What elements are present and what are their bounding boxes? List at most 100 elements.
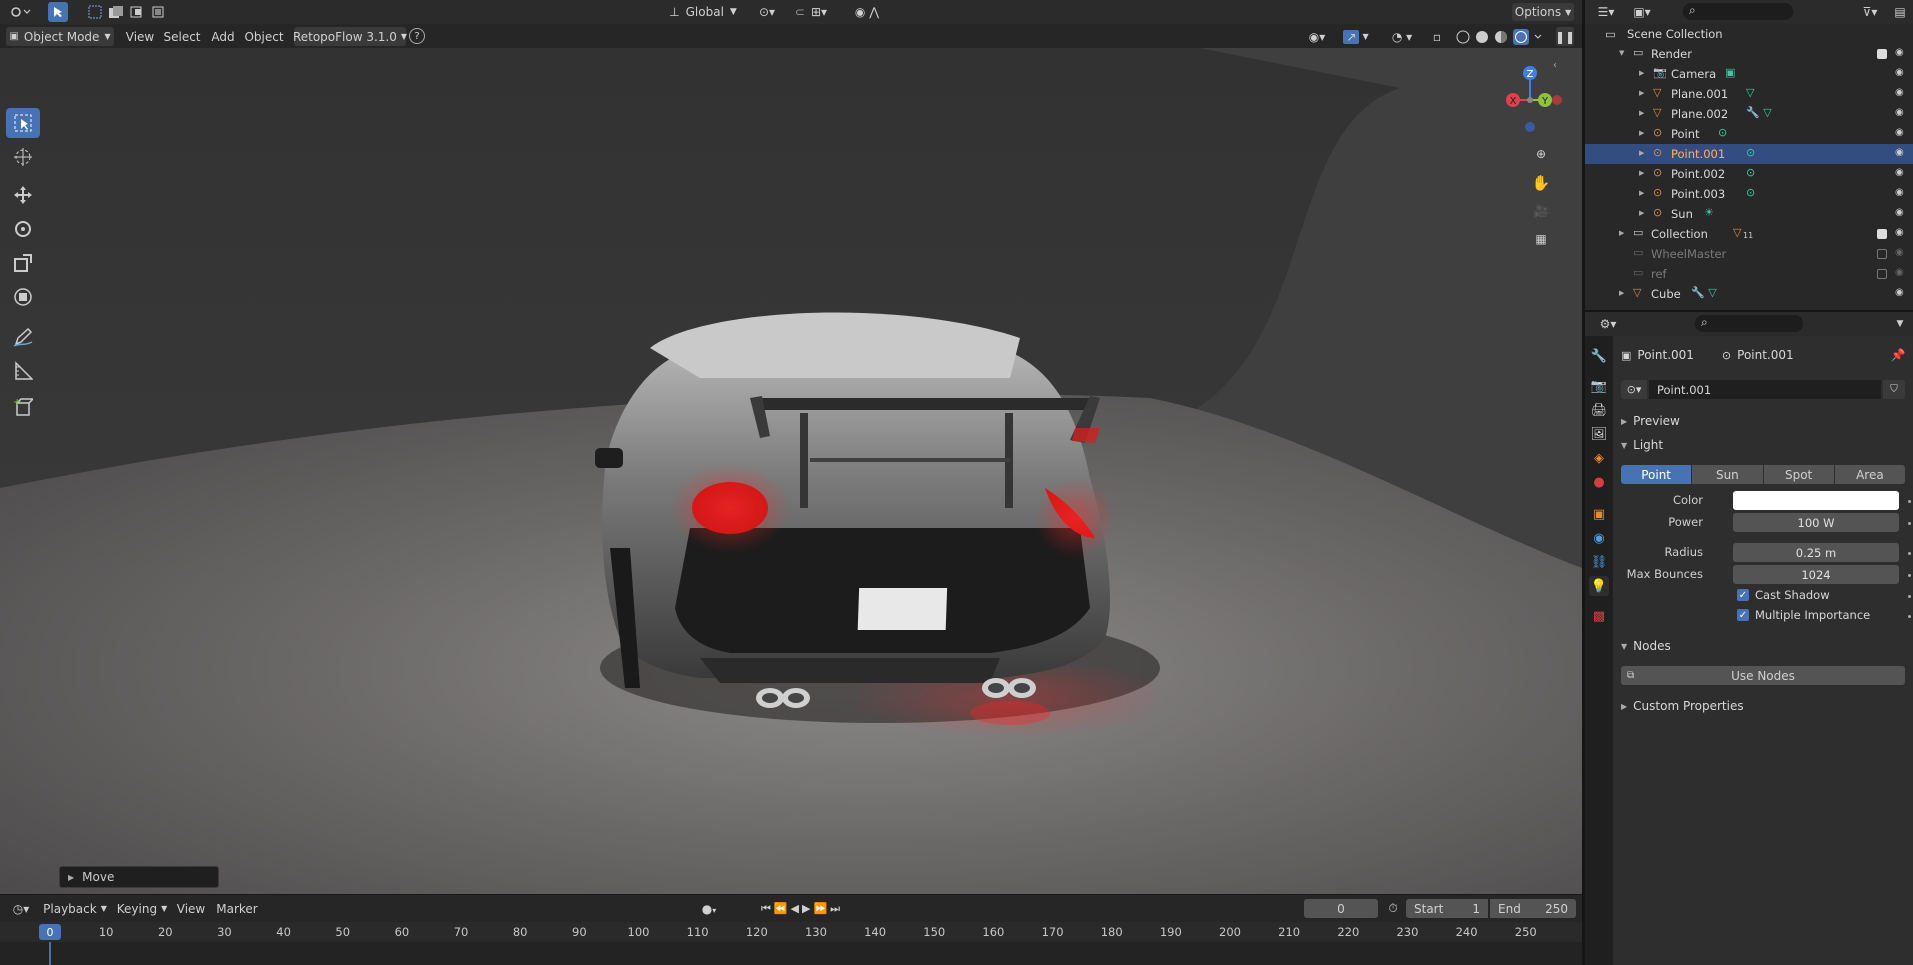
3d-viewport[interactable]: X Y Z ‹ ⊕ ✋ 🎥 ▦ + ▶ Move (0, 48, 1582, 894)
light-browse-dropdown[interactable]: ⊙▾ (1621, 380, 1647, 399)
outliner-row-point[interactable]: ▶ ⊙ Point ⊙ ◉ (1585, 124, 1913, 144)
keyframe-dot[interactable] (1908, 615, 1911, 618)
light-data-icon[interactable]: ⊙ (1718, 126, 1727, 139)
menu-view[interactable]: View (124, 27, 156, 46)
color-swatch[interactable] (1733, 491, 1899, 510)
properties-editor-type[interactable]: ⚙▾ (1593, 315, 1623, 333)
measure-tool[interactable] (6, 356, 40, 386)
chevron-right-icon[interactable]: ▶ (1639, 129, 1644, 137)
keyframe-dot[interactable] (1908, 500, 1911, 503)
ortho-grid-icon[interactable]: ▦ (1530, 228, 1552, 250)
pin-icon[interactable]: 📌 (1889, 346, 1907, 364)
menu-add[interactable]: Add (208, 27, 238, 46)
light-data-icon[interactable]: ☀ (1704, 206, 1714, 219)
world-tab-icon[interactable]: ● (1589, 472, 1609, 492)
editor-type-menu[interactable] (6, 3, 34, 21)
keyframe-dot[interactable] (1908, 552, 1911, 555)
eye-icon[interactable]: ◉ (1895, 107, 1904, 118)
area-divider[interactable] (1585, 310, 1913, 312)
shading-mode-group[interactable] (1452, 27, 1544, 46)
outliner-editor-type[interactable]: ☰▾ (1591, 3, 1621, 21)
light-data-icon[interactable]: ⊙ (1746, 186, 1755, 199)
stopwatch-icon[interactable]: ⏱ (1384, 899, 1402, 918)
cursor-tool[interactable] (6, 142, 40, 172)
eye-icon[interactable]: ◉ (1895, 247, 1904, 258)
move-tool[interactable] (6, 180, 40, 210)
zoom-icon[interactable]: ⊕ (1530, 143, 1552, 165)
select-tool-button[interactable] (48, 2, 68, 22)
snap-dropdown[interactable]: ⊂ ⊞▾ (786, 3, 836, 21)
menu-select[interactable]: Select (162, 27, 202, 46)
outliner-row-camera[interactable]: ▶ 📷 Camera ▣ ◉ (1585, 64, 1913, 84)
power-field[interactable]: 100 W (1733, 513, 1899, 532)
overlays-toggle[interactable]: ◔ ▾ (1382, 27, 1422, 46)
outliner-row-plane-002[interactable]: ▶ ▽ Plane.002 🔧 ▽ ◉ (1585, 104, 1913, 124)
gizmo-toggle[interactable]: ↗ ▼ (1338, 27, 1374, 46)
keyframe-dot[interactable] (1908, 522, 1911, 525)
chevron-down-icon[interactable]: ▼ (1619, 49, 1624, 57)
exclude-checkbox[interactable] (1877, 269, 1887, 279)
start-frame-field[interactable]: Start 1 (1406, 899, 1488, 918)
marker-menu[interactable]: Marker (212, 899, 262, 918)
output-tab-icon[interactable]: 🖨 (1589, 400, 1609, 420)
chevron-right-icon[interactable]: ▶ (1639, 169, 1644, 177)
eye-icon[interactable]: ◉ (1895, 167, 1904, 178)
current-frame-field[interactable]: 0 (1304, 899, 1378, 918)
light-section-header[interactable]: ▼ Light (1613, 434, 1913, 456)
chevron-right-icon[interactable]: ▶ (1639, 109, 1644, 117)
chevron-right-icon[interactable]: ▶ (1639, 149, 1644, 157)
chevron-right-icon[interactable]: ▶ (1619, 229, 1624, 237)
max-bounces-field[interactable]: 1024 (1733, 565, 1899, 584)
camera-view-icon[interactable]: 🎥 (1530, 200, 1552, 222)
light-type-spot[interactable]: Spot (1763, 465, 1834, 484)
visibility-dropdown[interactable]: ◉▾ (1302, 27, 1332, 46)
proportional-editing[interactable]: ◉ ⋀ (844, 3, 890, 21)
sidebar-toggle[interactable]: ‹ (1548, 58, 1562, 72)
view-layer-tab-icon[interactable]: 🖼 (1589, 424, 1609, 444)
rotate-tool[interactable] (6, 214, 40, 244)
outliner-row-point-002[interactable]: ▶ ⊙ Point.002 ⊙ ◉ (1585, 164, 1913, 184)
select-box-tool[interactable] (6, 108, 40, 138)
fake-user-shield-icon[interactable]: ⛉ (1883, 380, 1905, 399)
add-cube-tool[interactable]: + (6, 392, 40, 422)
outliner-row-cube[interactable]: ▶ ▽ Cube 🔧 ▽ ◉ (1585, 284, 1913, 304)
object-tab-icon[interactable]: ▣ (1589, 504, 1609, 524)
timeline-view-menu[interactable]: View (176, 899, 206, 918)
keyframe-dot[interactable] (1908, 595, 1911, 598)
preview-section-header[interactable]: ▶ Preview (1613, 410, 1913, 432)
annotate-tool[interactable] (6, 322, 40, 352)
outliner-scene-collection[interactable]: ▭ Scene Collection (1585, 24, 1913, 44)
mesh-data-icon[interactable]: ▽ (1746, 86, 1754, 99)
help-icon[interactable]: ? (409, 28, 425, 44)
outliner-row-wheelmaster[interactable]: ▭ WheelMaster ◉ (1585, 244, 1913, 264)
texture-tab-icon[interactable]: ▩ (1589, 606, 1609, 626)
eye-icon[interactable]: ◉ (1895, 267, 1904, 278)
use-nodes-button[interactable]: ⧉ Use Nodes (1621, 666, 1905, 685)
eye-icon[interactable]: ◉ (1895, 287, 1904, 298)
outliner-row-point-003[interactable]: ▶ ⊙ Point.003 ⊙ ◉ (1585, 184, 1913, 204)
chevron-right-icon[interactable]: ▶ (1619, 289, 1624, 297)
outliner-row-point-001[interactable]: ▶ ⊙ Point.001 ⊙ ◉ (1585, 144, 1913, 164)
display-mode-dropdown[interactable]: ▣▾ (1627, 3, 1657, 21)
last-operator-panel[interactable]: ▶ Move (59, 866, 219, 888)
playback-menu[interactable]: Playback ▼ (42, 899, 108, 918)
exclude-checkbox[interactable] (1877, 229, 1887, 239)
chevron-right-icon[interactable]: ▶ (1639, 89, 1644, 97)
custom-properties-section-header[interactable]: ▶ Custom Properties (1613, 695, 1913, 717)
filter-dropdown[interactable]: ⊽▾ (1855, 3, 1885, 21)
eye-icon[interactable]: ◉ (1895, 147, 1904, 158)
cast-shadow-checkbox[interactable]: ✓ (1737, 589, 1749, 601)
playhead[interactable]: 0 (39, 924, 61, 940)
menu-object[interactable]: Object (244, 27, 284, 46)
radius-field[interactable]: 0.25 m (1733, 543, 1899, 562)
pause-render-button[interactable]: ❚❚ (1555, 27, 1575, 46)
tool-tab-icon[interactable]: 🔧 (1589, 346, 1609, 366)
mesh-data-icon[interactable]: 🔧 ▽ (1691, 286, 1717, 299)
outliner-row-collection[interactable]: ▶ ▭ Collection ▽ 11 ◉ (1585, 224, 1913, 244)
render-tab-icon[interactable]: 📷 (1589, 376, 1609, 396)
eye-icon[interactable]: ◉ (1895, 207, 1904, 218)
outliner-search-input[interactable]: ⌕ (1683, 3, 1793, 20)
exclude-checkbox[interactable] (1877, 49, 1887, 59)
keying-menu[interactable]: Keying ▼ (114, 899, 170, 918)
eye-icon[interactable]: ◉ (1895, 127, 1904, 138)
